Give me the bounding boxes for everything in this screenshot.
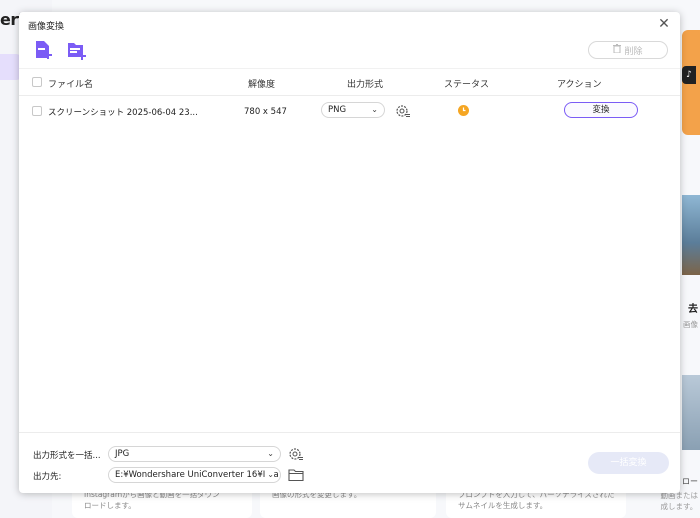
- header-filename: ファイル名: [48, 80, 94, 90]
- batch-convert-button[interactable]: 一括変換: [588, 452, 669, 474]
- settings-gear-icon[interactable]: [288, 446, 304, 462]
- background-thumbnail: [682, 195, 700, 275]
- tiktok-icon: ♪: [682, 66, 696, 84]
- add-file-icon[interactable]: [33, 40, 55, 60]
- settings-gear-icon[interactable]: [395, 103, 411, 119]
- table-row: スクリーンショット 2025-06-04 23... 780 x 547 PNG…: [19, 96, 680, 126]
- batch-format-label: 出力形式を一括...: [33, 451, 101, 461]
- format-select-value: PNG: [328, 105, 347, 115]
- add-folder-icon[interactable]: [66, 40, 88, 60]
- output-path-select[interactable]: E:¥Wondershare UniConverter 16¥Ima ⌄: [108, 467, 281, 483]
- image-convert-dialog: 画像変換 ✕ 削除 ファイル名 解像度 出力形式 ステータス アクション スクリ…: [19, 12, 680, 493]
- convert-button[interactable]: 変換: [564, 102, 638, 118]
- format-select[interactable]: PNG ⌄: [321, 102, 385, 118]
- background-thumbnail: [682, 375, 700, 450]
- header-resolution: 解像度: [248, 80, 276, 90]
- file-resolution: 780 x 547: [244, 107, 287, 117]
- table-header: ファイル名 解像度 出力形式 ステータス アクション: [19, 68, 680, 96]
- delete-button[interactable]: 削除: [588, 41, 668, 59]
- trash-icon: [613, 44, 622, 56]
- folder-icon[interactable]: [288, 468, 304, 482]
- output-label: 出力先:: [33, 472, 62, 482]
- chevron-down-icon: ⌄: [371, 105, 378, 114]
- chevron-down-icon: ⌄: [265, 447, 274, 461]
- clock-icon: [458, 105, 469, 116]
- row-checkbox[interactable]: [32, 106, 42, 116]
- header-format: 出力形式: [347, 80, 384, 90]
- select-all-checkbox[interactable]: [32, 77, 42, 87]
- chevron-down-icon: ⌄: [265, 468, 274, 482]
- output-path-value: E:¥Wondershare UniConverter 16¥Ima: [115, 470, 279, 480]
- header-action: アクション: [557, 80, 602, 90]
- background-text: ロー: [682, 477, 698, 486]
- close-icon[interactable]: ✕: [656, 16, 672, 32]
- file-name: スクリーンショット 2025-06-04 23...: [48, 108, 198, 118]
- batch-format-value: JPG: [115, 449, 130, 459]
- header-status: ステータス: [444, 80, 490, 90]
- background-text: 去: [688, 304, 698, 315]
- batch-format-select[interactable]: JPG ⌄: [108, 446, 281, 462]
- delete-label: 削除: [624, 46, 643, 57]
- dialog-footer: 出力形式を一括... JPG ⌄ 出力先: E:¥Wondershare Uni…: [19, 432, 680, 494]
- background-text: 画像: [683, 320, 698, 329]
- dialog-title: 画像変換: [28, 22, 65, 32]
